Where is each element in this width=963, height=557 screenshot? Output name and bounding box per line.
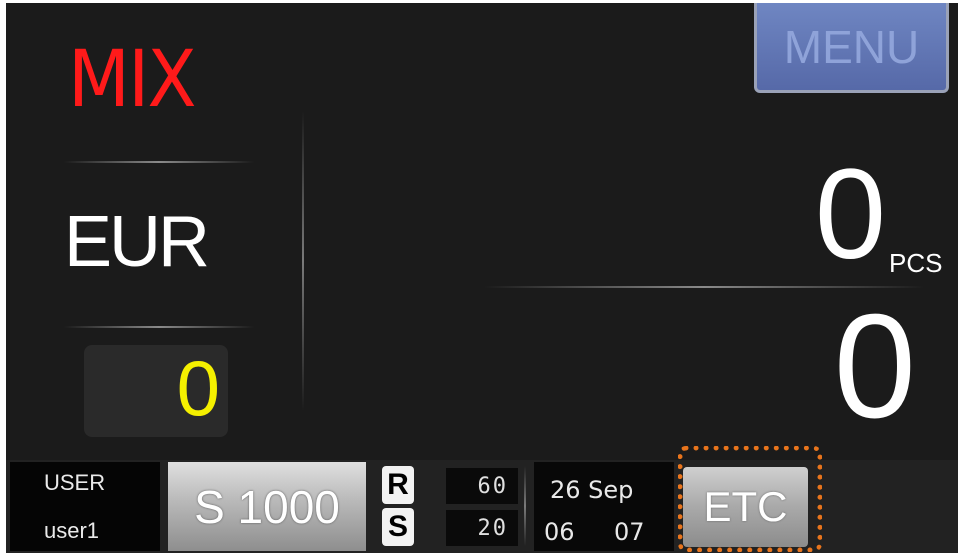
r-badge: R (382, 466, 414, 504)
s-badge: S (382, 508, 414, 546)
date-label: 26 Sep (550, 476, 634, 504)
mode-label[interactable]: MIX (68, 41, 197, 119)
sub-counter-value: 0 (176, 344, 220, 432)
pieces-unit-label: PCS (889, 248, 943, 278)
column-divider (302, 111, 304, 411)
status-divider (524, 466, 526, 546)
pieces-count: 0 (814, 143, 886, 286)
model-label: S 1000 (194, 480, 340, 533)
r-value[interactable]: 60 (446, 468, 518, 504)
divider (64, 161, 254, 163)
date-time-box: 26 Sep 06 07 (534, 462, 674, 551)
sub-counter-box: 0 (84, 345, 228, 437)
time-right: 07 (614, 518, 645, 546)
user-label: USER (44, 470, 106, 495)
divider (64, 326, 254, 328)
user-value: user1 (44, 518, 100, 543)
menu-button[interactable]: MENU (754, 3, 949, 93)
time-left: 06 (544, 518, 575, 546)
s-value[interactable]: 20 (446, 510, 518, 546)
currency-label[interactable]: EUR (64, 206, 210, 278)
model-box: S 1000 (168, 462, 366, 551)
etc-highlight-outline (678, 446, 822, 552)
amount-value: 0 (833, 284, 916, 449)
user-box[interactable]: USER user1 (10, 462, 160, 551)
